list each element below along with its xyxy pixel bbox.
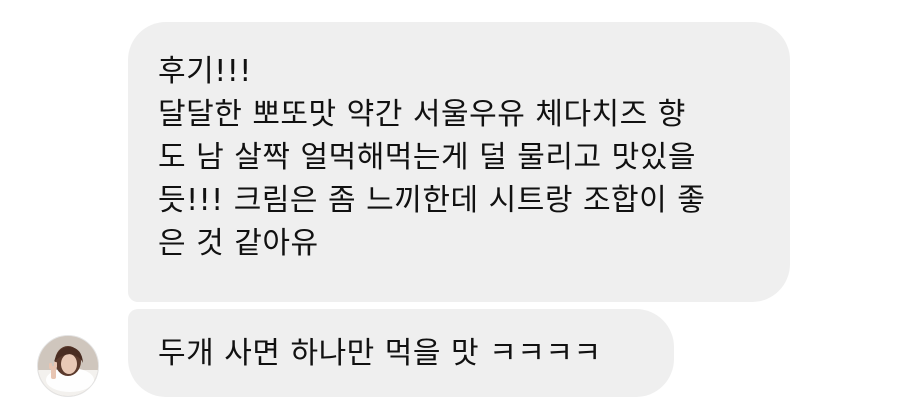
message-line: 달달한 뽀또맛 약간 서울우유 체다치즈 향 — [158, 97, 686, 132]
message-bubble-followup[interactable]: 두개 사면 하나만 먹을 맛 ㅋㅋㅋㅋ — [128, 309, 674, 397]
sender-avatar[interactable] — [37, 335, 99, 397]
message-line: 도 남 살짝 얼먹해먹는게 덜 물리고 맛있을 — [158, 140, 696, 175]
message-line: 은 것 같아유 — [158, 226, 319, 261]
message-text: 두개 사면 하나만 먹을 맛 ㅋㅋㅋㅋ — [158, 335, 602, 371]
message-line: 후기!!! — [158, 54, 252, 89]
message-bubble-review[interactable]: 후기!!! 달달한 뽀또맛 약간 서울우유 체다치즈 향 도 남 살짝 얼먹해먹… — [128, 22, 790, 302]
avatar-photo-icon — [38, 336, 98, 396]
message-line: 듯!!! 크림은 좀 느끼한데 시트랑 조합이 좋 — [158, 183, 706, 218]
